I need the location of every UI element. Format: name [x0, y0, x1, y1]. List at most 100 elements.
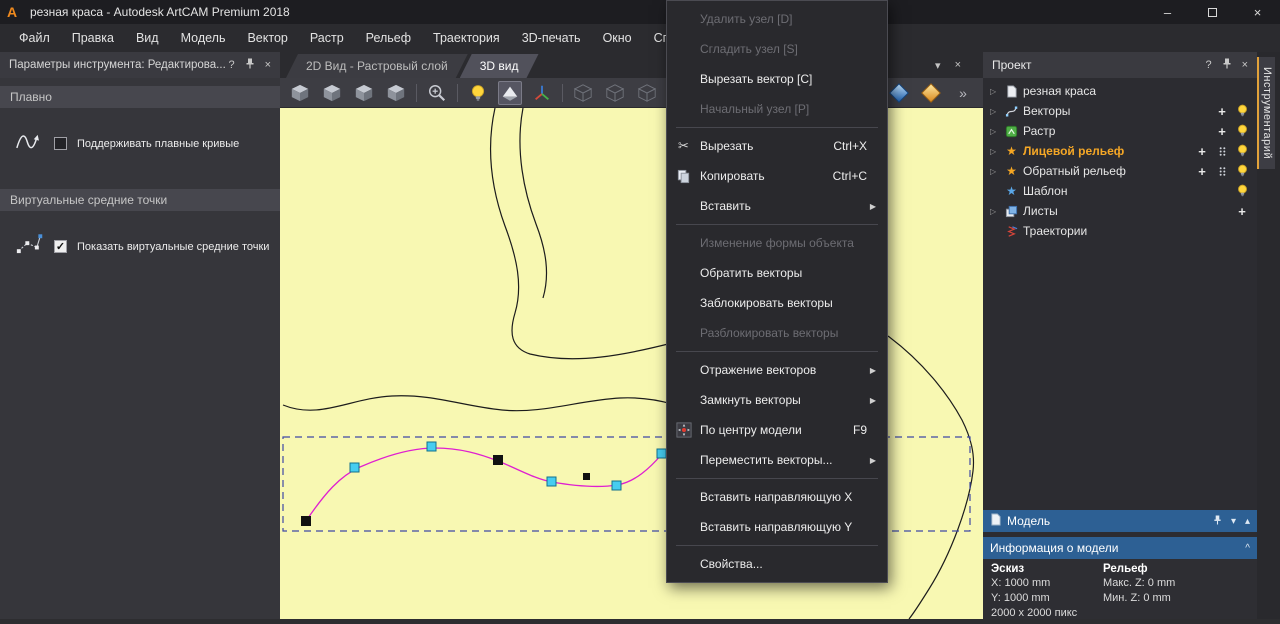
- view-option-disabled-3-icon[interactable]: [635, 81, 659, 105]
- node-handle-cyan[interactable]: [546, 476, 557, 487]
- model-bar[interactable]: Модель ▾ ▴: [983, 510, 1257, 532]
- menubar-item[interactable]: Рельеф: [355, 24, 422, 52]
- view-option-disabled-2-icon[interactable]: [603, 81, 627, 105]
- project-tree-item[interactable]: ★ Шаблон: [983, 181, 1257, 201]
- pin-icon[interactable]: [245, 58, 255, 72]
- layer-stack-icon[interactable]: [1212, 166, 1232, 177]
- context-menu-item[interactable]: ✂ Вырезать Ctrl+X: [667, 131, 887, 161]
- view-tab[interactable]: 2D Вид - Растровый слой: [286, 54, 468, 78]
- tab-list-dropdown-icon[interactable]: ▾: [935, 59, 941, 72]
- material-blue-icon[interactable]: [887, 81, 911, 105]
- project-tree-item[interactable]: ▷ Листы +: [983, 201, 1257, 221]
- auto-hide-pin-icon[interactable]: [1213, 515, 1222, 528]
- context-menu: Удалить узел [D] Сгладить узел [S] Вырезат…: [666, 0, 888, 583]
- project-tree-item[interactable]: ▷ ★ Обратный рельеф +: [983, 161, 1257, 181]
- checkbox[interactable]: [54, 137, 67, 150]
- context-menu-item[interactable]: Вырезать вектор [C]: [667, 64, 887, 94]
- context-menu-item[interactable]: Копировать Ctrl+C: [667, 161, 887, 191]
- project-tree-item[interactable]: ▷ Векторы +: [983, 101, 1257, 121]
- visibility-bulb-icon[interactable]: [1232, 164, 1252, 178]
- context-menu-item[interactable]: Свойства...: [667, 549, 887, 579]
- view-iso-icon[interactable]: [288, 81, 312, 105]
- expand-all-icon[interactable]: ▾: [1231, 516, 1236, 527]
- visibility-bulb-icon[interactable]: [1232, 144, 1252, 158]
- close-panel-icon[interactable]: ×: [1242, 59, 1248, 71]
- menubar-item[interactable]: Окно: [592, 24, 643, 52]
- view-front-icon[interactable]: [352, 81, 376, 105]
- context-menu-item[interactable]: Отражение векторов ▶: [667, 355, 887, 385]
- view-side-icon[interactable]: [384, 81, 408, 105]
- add-item-icon[interactable]: +: [1232, 204, 1252, 219]
- context-menu-item[interactable]: Обратить векторы: [667, 258, 887, 288]
- menu-item-label: Изменение формы объекта: [700, 236, 854, 250]
- view-option-disabled-1-icon[interactable]: [571, 81, 595, 105]
- menubar-item[interactable]: Вид: [125, 24, 170, 52]
- help-icon[interactable]: ?: [1205, 59, 1211, 71]
- context-menu-item[interactable]: Вставить ▶: [667, 191, 887, 221]
- context-menu-item[interactable]: Вставить направляющую Y: [667, 512, 887, 542]
- menubar-item[interactable]: Файл: [8, 24, 61, 52]
- expander-icon[interactable]: ▷: [990, 167, 1003, 176]
- close-panel-icon[interactable]: ×: [265, 59, 271, 71]
- context-menu-item[interactable]: Вставить направляющую X: [667, 482, 887, 512]
- node-handle-black[interactable]: [301, 516, 311, 526]
- toolbar-overflow-icon[interactable]: »: [951, 81, 975, 105]
- minimize-button[interactable]: –: [1145, 0, 1190, 24]
- node-handle-black[interactable]: [493, 455, 503, 465]
- checkbox[interactable]: ✓: [54, 240, 67, 253]
- maximize-button[interactable]: [1190, 0, 1235, 24]
- expander-icon[interactable]: ▷: [990, 87, 1003, 96]
- titlebar[interactable]: A резная краса - Autodesk ArtCAM Premium…: [0, 0, 1280, 24]
- menubar-item[interactable]: Вектор: [236, 24, 298, 52]
- expander-icon[interactable]: ▷: [990, 107, 1003, 116]
- selected-vector-curve[interactable]: [305, 447, 663, 522]
- collapse-chevron-icon[interactable]: ^: [1245, 543, 1250, 554]
- model-info-bar[interactable]: Информация о модели ^: [983, 537, 1257, 559]
- add-item-icon[interactable]: +: [1212, 104, 1232, 119]
- view-top-icon[interactable]: [320, 81, 344, 105]
- submenu-arrow-icon: ▶: [869, 455, 877, 465]
- context-menu-item[interactable]: Замкнуть векторы ▶: [667, 385, 887, 415]
- add-item-icon[interactable]: +: [1192, 164, 1212, 179]
- menubar-item[interactable]: Правка: [61, 24, 125, 52]
- context-menu-item[interactable]: Переместить векторы... ▶: [667, 445, 887, 475]
- add-item-icon[interactable]: +: [1212, 124, 1232, 139]
- project-tree-item[interactable]: Траектории: [983, 221, 1257, 241]
- add-item-icon[interactable]: +: [1192, 144, 1212, 159]
- shading-mode-icon[interactable]: [498, 80, 522, 105]
- menubar-item[interactable]: Растр: [299, 24, 355, 52]
- node-handle-black[interactable]: [583, 473, 590, 480]
- node-handle-cyan[interactable]: [611, 480, 622, 491]
- close-view-icon[interactable]: ×: [955, 59, 961, 72]
- project-tree-item[interactable]: ▷ Растр +: [983, 121, 1257, 141]
- context-menu-item: Изменение формы объекта: [667, 228, 887, 258]
- menubar-item[interactable]: 3D-печать: [511, 24, 592, 52]
- node-handles[interactable]: [301, 441, 667, 526]
- zoom-to-fit-icon[interactable]: [425, 81, 449, 105]
- project-tree-item[interactable]: ▷ ★ Лицевой рельеф +: [983, 141, 1257, 161]
- visibility-bulb-icon[interactable]: [1232, 104, 1252, 118]
- collapse-all-icon[interactable]: ▴: [1245, 516, 1250, 527]
- context-menu-item[interactable]: По центру модели F9: [667, 415, 887, 445]
- menubar-item[interactable]: Модель: [170, 24, 237, 52]
- close-button[interactable]: ×: [1235, 0, 1280, 24]
- material-gold-icon[interactable]: [919, 81, 943, 105]
- help-icon[interactable]: ?: [228, 59, 234, 71]
- node-handle-cyan[interactable]: [426, 441, 437, 452]
- visibility-bulb-icon[interactable]: [1232, 124, 1252, 138]
- expander-icon[interactable]: ▷: [990, 147, 1003, 156]
- project-tree-item[interactable]: ▷ резная краса: [983, 81, 1257, 101]
- expander-icon[interactable]: ▷: [990, 207, 1003, 216]
- menubar-item[interactable]: Траектория: [422, 24, 511, 52]
- view-tab[interactable]: 3D вид: [460, 54, 539, 78]
- toolbox-strip-tab[interactable]: Инструментарий: [1257, 57, 1275, 170]
- visibility-bulb-icon[interactable]: [1232, 184, 1252, 198]
- expander-icon[interactable]: ▷: [990, 127, 1003, 136]
- node-handle-cyan[interactable]: [349, 462, 360, 473]
- context-menu-item[interactable]: Заблокировать векторы: [667, 288, 887, 318]
- lighting-icon[interactable]: [466, 81, 490, 105]
- pin-icon[interactable]: [1222, 58, 1232, 72]
- node-handle-cyan[interactable]: [656, 448, 667, 459]
- layer-stack-icon[interactable]: [1212, 146, 1232, 157]
- origin-axes-icon[interactable]: [530, 81, 554, 105]
